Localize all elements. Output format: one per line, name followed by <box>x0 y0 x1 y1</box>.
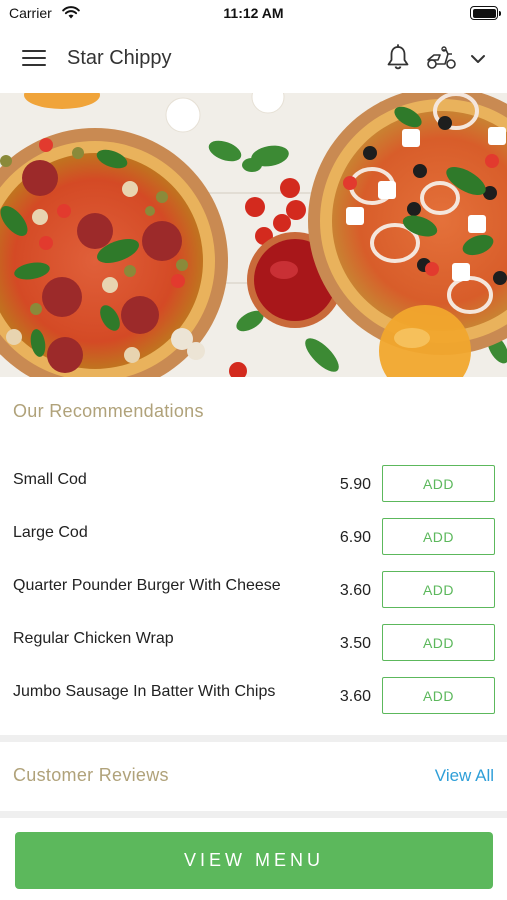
reviews-section: Customer Reviews View All <box>0 742 507 811</box>
view-all-link[interactable]: View All <box>435 766 494 786</box>
item-price: 6.90 <box>339 529 371 546</box>
bell-icon[interactable] <box>385 44 411 77</box>
add-button[interactable]: ADD <box>382 571 495 608</box>
status-bar: Carrier 11:12 AM <box>0 0 507 26</box>
item-price: 3.60 <box>339 688 371 705</box>
item-name: Large Cod <box>13 524 88 541</box>
list-item: Small Cod 5.90 ADD <box>0 465 507 518</box>
list-item: Quarter Pounder Burger With Cheese 3.60 … <box>0 571 507 624</box>
recommendations-title: Our Recommendations <box>13 401 204 421</box>
recommendations-section: Our Recommendations Small Cod 5.90 ADD L… <box>0 377 507 735</box>
clock: 11:12 AM <box>223 5 284 21</box>
add-button[interactable]: ADD <box>382 465 495 502</box>
list-item: Jumbo Sausage In Batter With Chips 3.60 … <box>0 677 507 730</box>
item-name: Small Cod <box>13 471 87 488</box>
list-item: Regular Chicken Wrap 3.50 ADD <box>0 624 507 677</box>
scooter-icon[interactable] <box>426 46 458 75</box>
view-menu-button[interactable]: VIEW MENU <box>15 832 493 889</box>
item-name: Quarter Pounder Burger With Cheese <box>13 577 281 594</box>
item-price: 3.60 <box>339 582 371 599</box>
chevron-down-icon[interactable] <box>470 52 486 70</box>
hero-banner-image <box>0 93 507 377</box>
add-button[interactable]: ADD <box>382 518 495 555</box>
app-header: Star Chippy <box>0 26 507 93</box>
add-button[interactable]: ADD <box>382 624 495 661</box>
item-name: Regular Chicken Wrap <box>13 630 174 647</box>
menu-icon[interactable] <box>22 50 46 68</box>
page-title: Star Chippy <box>67 47 172 69</box>
battery-icon <box>470 6 501 20</box>
section-divider <box>0 735 507 742</box>
item-price: 3.50 <box>339 635 371 652</box>
item-price: 5.90 <box>339 476 371 493</box>
section-divider <box>0 811 507 818</box>
item-name: Jumbo Sausage In Batter With Chips <box>13 683 276 700</box>
list-item: Large Cod 6.90 ADD <box>0 518 507 571</box>
bottom-bar: VIEW MENU <box>0 818 507 900</box>
reviews-title: Customer Reviews <box>13 765 169 785</box>
add-button[interactable]: ADD <box>382 677 495 714</box>
